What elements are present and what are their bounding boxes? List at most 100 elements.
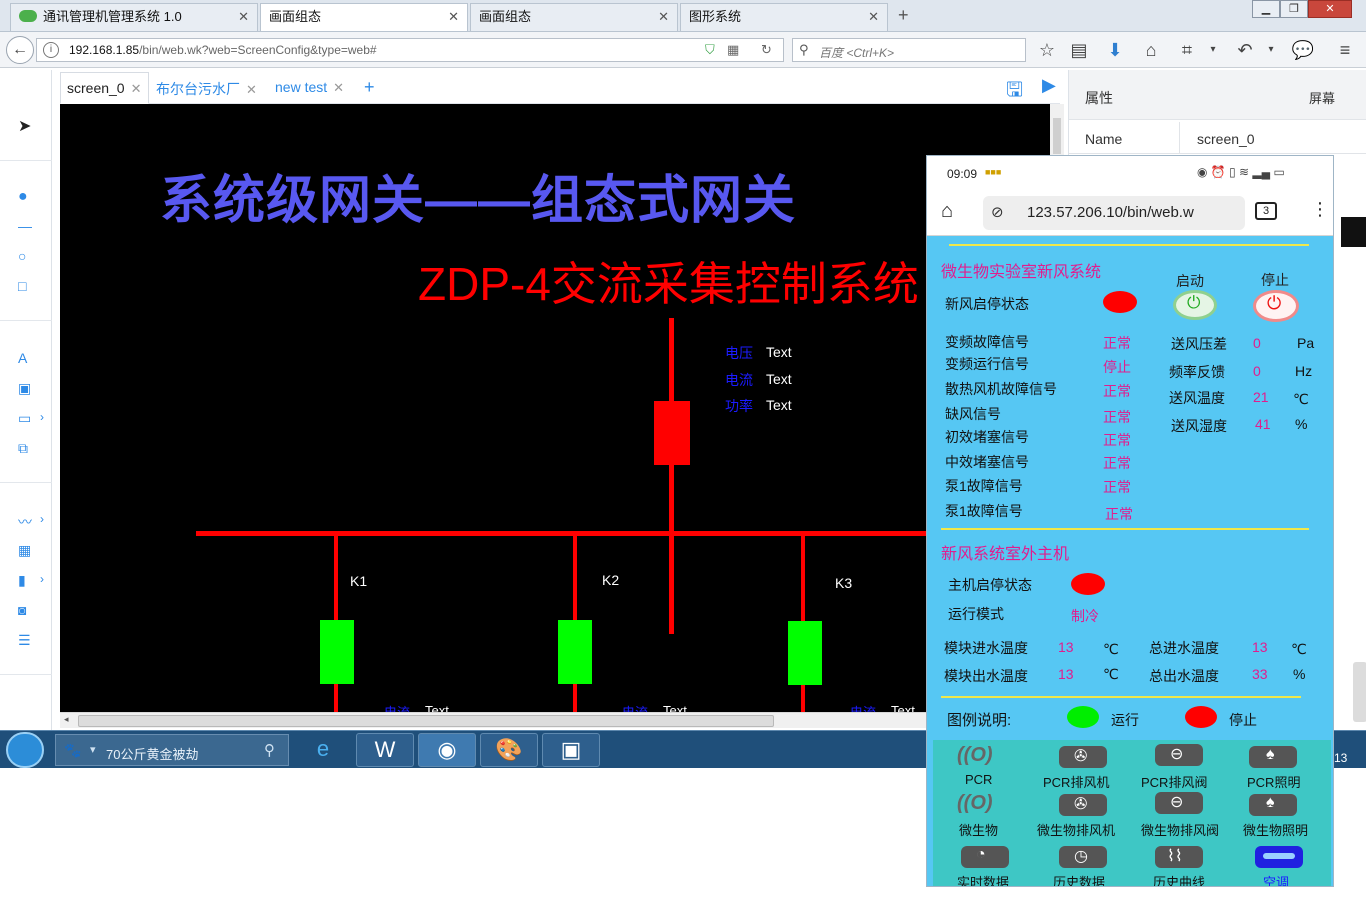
chevron-right-icon[interactable]: ›	[40, 572, 44, 586]
lighting-icon[interactable]: ♠	[1249, 746, 1297, 768]
panel-scrollbar-thumb[interactable]	[1353, 662, 1366, 722]
branch-breaker[interactable]	[788, 621, 822, 685]
search-icon[interactable]: ⚲	[264, 741, 275, 759]
dot-tool-icon[interactable]: ●	[18, 188, 28, 206]
taskbar-search[interactable]: 🐾 ▾ 70公斤黄金被劫 ⚲	[55, 734, 289, 766]
circle-tool-icon[interactable]: ○	[18, 248, 26, 264]
minimize-icon[interactable]: ▁	[1252, 0, 1280, 18]
branch-reading-value[interactable]: Text	[891, 703, 915, 712]
component-tool-icon[interactable]: ⧉	[18, 440, 28, 457]
bus-bar[interactable]	[196, 531, 1050, 536]
exhaust-valve-icon[interactable]: ⊖	[1155, 792, 1203, 814]
rectangle-tool-icon[interactable]: □	[18, 278, 26, 294]
home-icon[interactable]: ⌂	[1138, 38, 1164, 62]
camera-tool-icon[interactable]: ◙	[18, 602, 26, 618]
search-box[interactable]: ⚲ 百度 <Ctrl+K>	[792, 38, 1026, 62]
browser-tab-screen-config-active[interactable]: 画面组态 ✕	[260, 3, 468, 31]
browser-tab-screen-config[interactable]: 画面组态 ✕	[470, 3, 678, 31]
nav-label[interactable]: 微生物排风机	[1037, 820, 1115, 839]
lighting-icon[interactable]: ♠	[1249, 794, 1297, 816]
nav-label[interactable]: 微生物照明	[1243, 820, 1308, 839]
realtime-data-icon[interactable]: ◔	[961, 846, 1009, 868]
maximize-icon[interactable]: ❐	[1280, 0, 1308, 18]
branch-reading-value[interactable]: Text	[663, 703, 687, 712]
pointer-tool-icon[interactable]: ➤	[18, 116, 31, 136]
nav-label[interactable]: PCR排风机	[1043, 772, 1109, 791]
power-on-button[interactable]: ⏻	[1173, 290, 1217, 320]
list-tool-icon[interactable]: ☰	[18, 632, 31, 649]
nav-label[interactable]: 微生物	[959, 820, 998, 839]
browser-tab-graphics[interactable]: 图形系统 ✕	[680, 3, 888, 31]
branch-label[interactable]: K1	[350, 573, 367, 589]
chevron-right-icon[interactable]: ›	[40, 512, 44, 526]
reading-list-icon[interactable]: ▤	[1066, 38, 1092, 62]
editor-tab-screen0[interactable]: screen_0 ✕	[60, 72, 149, 104]
editor-tab-new-test[interactable]: new test ✕	[275, 79, 344, 96]
start-button[interactable]	[6, 732, 44, 768]
close-icon[interactable]: ✕	[246, 82, 257, 97]
new-tab-button[interactable]: +	[898, 5, 909, 26]
window-close-icon[interactable]: ✕	[1308, 0, 1352, 18]
chevron-right-icon[interactable]: ›	[40, 410, 44, 424]
canvas-horizontal-scrollbar[interactable]: ◂	[60, 712, 930, 728]
close-icon[interactable]: ✕	[868, 4, 879, 30]
branch-label[interactable]: K3	[835, 575, 852, 591]
property-tab-screen[interactable]: 屏幕	[1309, 88, 1335, 107]
scrollbar-thumb[interactable]	[78, 715, 774, 727]
branch-breaker[interactable]	[320, 620, 354, 684]
branch-breaker[interactable]	[558, 620, 592, 684]
exhaust-valve-icon[interactable]: ⊖	[1155, 744, 1203, 766]
color-swatch[interactable]	[1341, 217, 1366, 247]
bar-chart-tool-icon[interactable]: ▮	[18, 572, 26, 589]
scroll-left-icon[interactable]: ◂	[64, 714, 69, 725]
clock[interactable]: 13	[1334, 751, 1347, 765]
microbe-icon[interactable]: ((O)	[957, 792, 1005, 814]
nav-label[interactable]: 微生物排风阀	[1141, 820, 1219, 839]
shield-icon[interactable]: ⛉	[705, 42, 715, 58]
property-value[interactable]: screen_0	[1197, 131, 1255, 147]
editor-tab-sewage-plant[interactable]: 布尔台污水厂 ✕	[156, 79, 257, 99]
close-icon[interactable]: ✕	[658, 4, 669, 30]
canvas-title[interactable]: 系统级网关——组态式网关	[160, 158, 796, 233]
ie-icon[interactable]: e	[294, 733, 352, 767]
nav-label[interactable]: PCR排风阀	[1141, 772, 1207, 791]
text-tool-icon[interactable]: A	[18, 350, 27, 366]
menu-icon[interactable]: ≡	[1332, 38, 1358, 62]
chevron-down-icon[interactable]: ▾	[90, 743, 96, 756]
more-icon[interactable]: ⋮	[1311, 199, 1329, 220]
history-data-icon[interactable]: ◷	[1059, 846, 1107, 868]
word-icon[interactable]: W	[356, 733, 414, 767]
scrollbar-thumb[interactable]	[1053, 118, 1061, 154]
home-icon[interactable]: ⌂	[941, 200, 953, 223]
nav-label[interactable]: 历史数据	[1053, 872, 1105, 886]
pcr-icon[interactable]: ((O)	[957, 744, 1005, 766]
phone-address-bar[interactable]: ⊘ 123.57.206.10/bin/web.w	[983, 196, 1245, 230]
info-icon[interactable]: i	[43, 42, 59, 58]
table-tool-icon[interactable]: ▦	[18, 542, 31, 559]
line-tool-icon[interactable]: —	[18, 218, 32, 234]
main-breaker[interactable]	[654, 401, 690, 465]
reload-icon[interactable]: ↻	[761, 42, 772, 58]
nav-label[interactable]: 历史曲线	[1153, 872, 1205, 886]
power-off-button[interactable]: ⏻	[1253, 290, 1299, 322]
add-tab-button[interactable]: +	[364, 77, 375, 98]
reading-value[interactable]: Text	[766, 344, 792, 360]
reading-value[interactable]: Text	[766, 397, 792, 413]
chat-icon[interactable]: 💬	[1290, 38, 1316, 62]
back-arrow-icon[interactable]: ←	[6, 36, 34, 64]
image-tool-icon[interactable]: ▣	[18, 380, 31, 397]
canvas-vertical-scrollbar[interactable]	[1050, 104, 1064, 156]
air-conditioner-icon[interactable]	[1255, 846, 1303, 868]
bookmark-star-icon[interactable]: ☆	[1034, 38, 1060, 62]
exhaust-fan-icon[interactable]: ✇	[1059, 746, 1107, 768]
remote-desktop-icon[interactable]: ▣	[542, 733, 600, 767]
download-icon[interactable]: ⬇	[1102, 38, 1128, 62]
crop-icon[interactable]: ⌗	[1174, 38, 1200, 62]
close-icon[interactable]: ✕	[131, 81, 142, 96]
run-icon[interactable]: ▶	[1042, 75, 1056, 96]
branch-label[interactable]: K2	[602, 572, 619, 588]
address-bar[interactable]: i 192.168.1.85/bin/web.wk?web=ScreenConf…	[36, 38, 784, 62]
history-curve-icon[interactable]: ⌇⌇	[1155, 846, 1203, 868]
exhaust-fan-icon[interactable]: ✇	[1059, 794, 1107, 816]
trend-tool-icon[interactable]: 〰	[18, 512, 32, 532]
